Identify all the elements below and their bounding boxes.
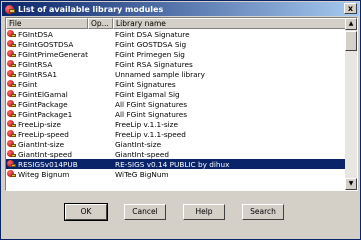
table-row[interactable]: FGintPackage1 All FGint Signatures — [6, 109, 347, 119]
scroll-thumb[interactable] — [345, 31, 357, 51]
file-name: FreeLip-speed — [18, 129, 69, 139]
file-name: RESIGSv014PUB — [18, 159, 78, 169]
close-button[interactable]: x — [344, 3, 357, 14]
library-name-cell: FGint Signatures — [115, 79, 176, 89]
window-title: List of available library modules — [18, 4, 164, 14]
library-module-icon — [7, 150, 16, 158]
library-module-icon — [7, 90, 16, 98]
file-cell: FGintPackage1 — [6, 110, 88, 119]
library-name-cell: WiTeG BigNum — [115, 169, 169, 179]
file-cell: FGIntDSA — [6, 30, 88, 39]
scroll-down-button[interactable]: ▼ — [345, 178, 357, 190]
library-modules-dialog: List of available library modules x File… — [0, 0, 361, 240]
file-name: FGintPackage1 — [18, 109, 73, 119]
file-cell: GiantInt-size — [6, 140, 88, 149]
file-name: FGIntRSA1 — [18, 69, 57, 79]
help-button[interactable]: Help — [183, 204, 225, 220]
file-cell: FGIntRSA1 — [6, 70, 88, 79]
table-row[interactable]: GiantInt-speed GiantInt-speed — [6, 149, 347, 159]
library-name-cell: FreeLip v.1.1-size — [115, 119, 178, 129]
file-name: FGIntRSA — [18, 59, 53, 69]
library-name-cell: GiantInt-size — [115, 139, 162, 149]
library-module-icon — [7, 130, 16, 138]
library-module-icon — [7, 120, 16, 128]
file-cell: RESIGSv014PUB — [6, 160, 88, 169]
library-module-icon — [7, 140, 16, 148]
vertical-scrollbar[interactable]: ▲ ▼ — [345, 18, 357, 190]
library-name-cell: All FGint Signatures — [115, 99, 188, 109]
library-module-icon — [7, 160, 16, 168]
file-cell: FGIntRSA — [6, 60, 88, 69]
app-bomb-key-icon — [4, 4, 15, 15]
library-list[interactable]: File Op... Library name FGIntDSA FGint DS… — [5, 17, 358, 191]
cancel-button[interactable]: Cancel — [124, 204, 166, 220]
title-bar[interactable]: List of available library modules x — [2, 2, 359, 16]
library-module-icon — [7, 170, 16, 178]
file-name: FGint — [18, 79, 38, 89]
table-row[interactable]: Witeg Bignum WiTeG BigNum — [6, 169, 347, 179]
table-row[interactable]: GiantInt-size GiantInt-size — [6, 139, 347, 149]
library-name-cell: FGint GOSTDSA Sig — [115, 39, 187, 49]
table-row[interactable]: FreeLip-size FreeLip v.1.1-size — [6, 119, 347, 129]
library-name-cell: RE-SIGS v0.14 PUBLIC by dihux — [115, 159, 230, 169]
list-header: File Op... Library name — [6, 18, 347, 29]
column-header-library-name[interactable]: Library name — [113, 18, 347, 29]
file-name: GiantInt-speed — [18, 149, 72, 159]
library-module-icon — [7, 110, 16, 118]
table-row[interactable]: FGint FGint Signatures — [6, 79, 347, 89]
scroll-up-button[interactable]: ▲ — [345, 18, 357, 30]
library-name-cell: Unnamed sample library — [115, 69, 205, 79]
library-name-cell: FGint Elgamal Sig — [115, 89, 180, 99]
file-name: FGintPackage — [18, 99, 68, 109]
column-header-op[interactable]: Op... — [88, 18, 113, 29]
file-cell: FGIntPrimeGeneration — [6, 50, 88, 59]
file-cell: FreeLip-size — [6, 120, 88, 129]
file-cell: FGIntGOSTDSA — [6, 40, 88, 49]
table-row[interactable]: FGIntGOSTDSA FGint GOSTDSA Sig — [6, 39, 347, 49]
library-module-icon — [7, 100, 16, 108]
list-rows: FGIntDSA FGint DSA Signature FGIntGOSTDSA F… — [6, 29, 347, 179]
file-name: FreeLip-size — [18, 119, 61, 129]
table-row[interactable]: FGIntDSA FGint DSA Signature — [6, 29, 347, 39]
file-cell: FGint — [6, 80, 88, 89]
library-name-cell: FGint Primegen Sig — [115, 49, 185, 59]
file-name: Witeg Bignum — [18, 169, 70, 179]
file-name: FGintElGamal — [18, 89, 68, 99]
search-button[interactable]: Search — [242, 204, 284, 220]
file-cell: Witeg Bignum — [6, 170, 88, 179]
library-module-icon — [7, 40, 16, 48]
library-name-cell: FGint RSA Signatures — [115, 59, 193, 69]
library-module-icon — [7, 50, 16, 58]
table-row[interactable]: FGIntRSA FGint RSA Signatures — [6, 59, 347, 69]
table-row[interactable]: FGIntRSA1 Unnamed sample library — [6, 69, 347, 79]
library-name-cell: All FGint Signatures — [115, 109, 188, 119]
file-name: FGIntPrimeGeneration — [18, 49, 88, 59]
library-name-cell: FreeLip v.1.1-speed — [115, 129, 186, 139]
table-row[interactable]: FGintPackage All FGint Signatures — [6, 99, 347, 109]
column-header-file[interactable]: File — [6, 18, 88, 29]
file-cell: GiantInt-speed — [6, 150, 88, 159]
file-name: FGIntGOSTDSA — [18, 39, 74, 49]
file-cell: FGintPackage — [6, 100, 88, 109]
table-row[interactable]: FreeLip-speed FreeLip v.1.1-speed — [6, 129, 347, 139]
file-name: FGIntDSA — [18, 29, 53, 39]
library-module-icon — [7, 80, 16, 88]
library-module-icon — [7, 60, 16, 68]
file-cell: FreeLip-speed — [6, 130, 88, 139]
table-row[interactable]: RESIGSv014PUB RE-SIGS v0.14 PUBLIC by dih… — [6, 159, 347, 169]
ok-button[interactable]: OK — [64, 203, 108, 221]
table-row[interactable]: FGintElGamal FGint Elgamal Sig — [6, 89, 347, 99]
library-module-icon — [7, 30, 16, 38]
library-name-cell: FGint DSA Signature — [115, 29, 190, 39]
file-cell: FGintElGamal — [6, 90, 88, 99]
file-name: GiantInt-size — [18, 139, 65, 149]
library-name-cell: GiantInt-speed — [115, 149, 169, 159]
table-row[interactable]: FGIntPrimeGeneration FGint Primegen Sig — [6, 49, 347, 59]
library-module-icon — [7, 70, 16, 78]
